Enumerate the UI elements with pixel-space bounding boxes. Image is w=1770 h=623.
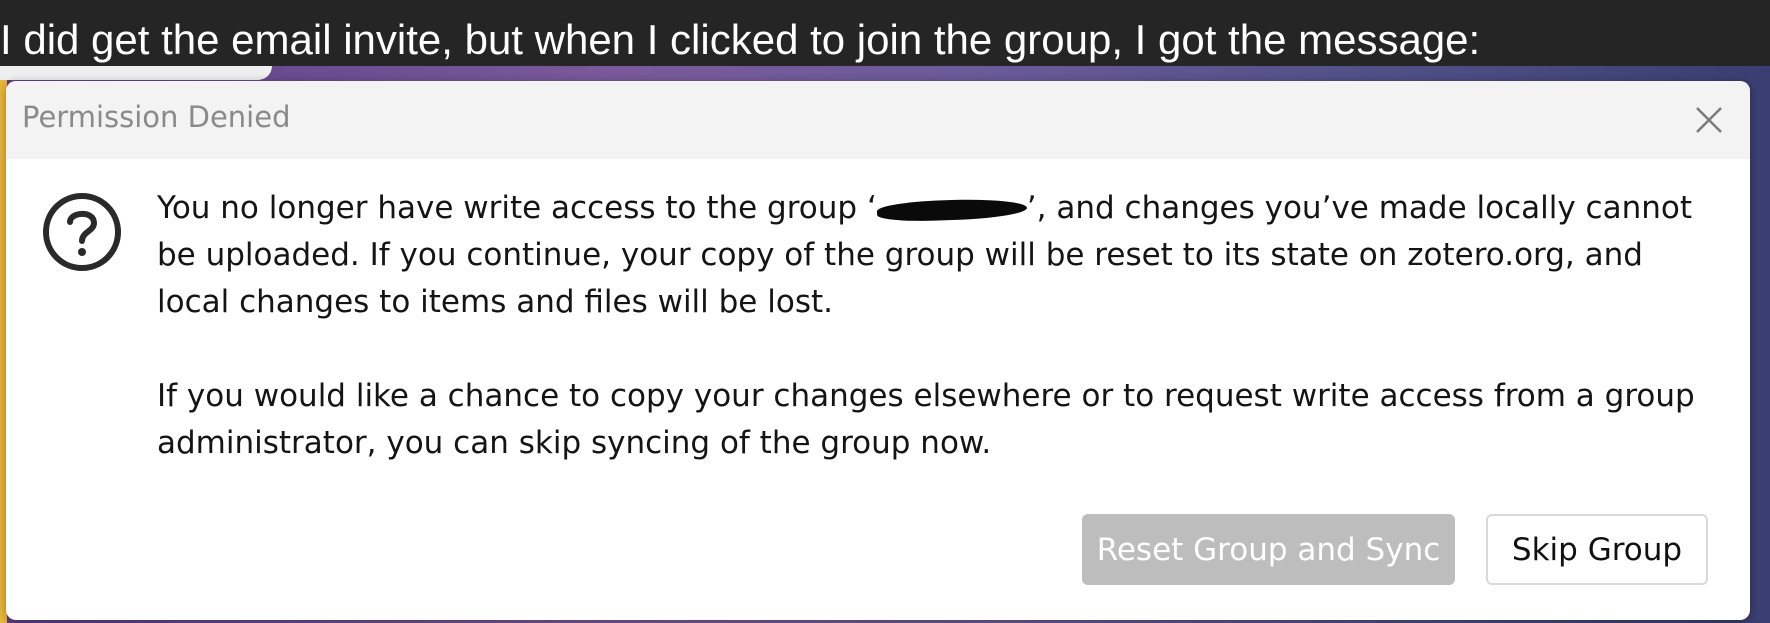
redacted-group-name [876, 196, 1028, 223]
message-text-start: You no longer have write access to the g… [157, 190, 877, 226]
permission-dialog: Permission Denied You no longer have wri… [6, 81, 1750, 620]
background-tab [0, 66, 272, 80]
caption-text: I did get the email invite, but when I c… [0, 16, 1481, 63]
question-circle-icon [43, 193, 121, 271]
close-icon [1696, 107, 1722, 133]
message-paragraph-1: You no longer have write access to the g… [157, 185, 1697, 326]
close-button[interactable] [1682, 93, 1736, 147]
dialog-message: You no longer have write access to the g… [157, 185, 1697, 467]
skip-group-button[interactable]: Skip Group [1486, 514, 1708, 585]
dialog-titlebar: Permission Denied [6, 81, 1750, 159]
reset-group-and-sync-button[interactable]: Reset Group and Sync [1082, 514, 1455, 585]
dialog-title: Permission Denied [22, 100, 291, 134]
message-paragraph-2: If you would like a chance to copy your … [157, 378, 1695, 461]
